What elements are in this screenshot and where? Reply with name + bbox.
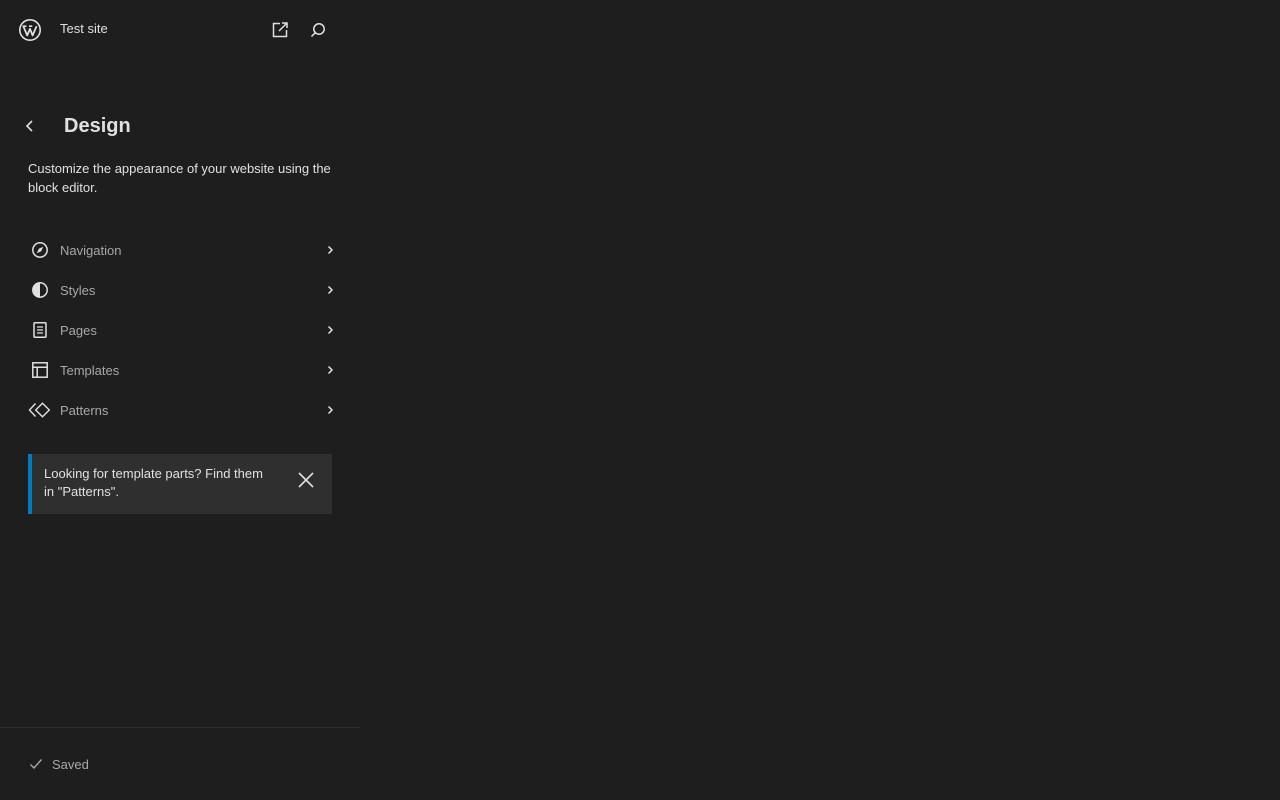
chevron-right-icon	[327, 365, 334, 375]
save-status-text: Saved	[52, 756, 89, 772]
panel-description: Customize the appearance of your website…	[28, 161, 331, 195]
menu-item-templates[interactable]: Templates	[20, 350, 340, 390]
site-title[interactable]: Test site	[60, 21, 108, 36]
chevron-right-icon	[327, 405, 334, 415]
menu-item-navigation[interactable]: Navigation	[20, 230, 340, 270]
back-button[interactable]	[18, 114, 42, 138]
menu-item-label: Pages	[60, 322, 97, 338]
footer-divider	[0, 727, 360, 728]
design-menu: Navigation Styles Pages Templates Patter…	[20, 230, 340, 430]
chevron-right-icon	[327, 285, 334, 295]
check-icon	[30, 759, 43, 770]
chevron-left-icon	[25, 120, 33, 132]
menu-item-styles[interactable]: Styles	[20, 270, 340, 310]
template-parts-notice: Looking for template parts? Find them in…	[28, 454, 332, 514]
half-circle-icon	[28, 278, 52, 302]
site-editor-sidebar: Test site Design Customize the appearanc…	[0, 0, 360, 800]
notice-text: Looking for template parts? Find them in…	[44, 466, 263, 499]
external-link-icon[interactable]	[268, 18, 292, 42]
layout-icon	[28, 358, 52, 382]
compass-icon	[28, 238, 52, 262]
search-icon[interactable]	[306, 18, 330, 42]
panel-title: Design	[64, 115, 131, 137]
menu-item-label: Styles	[60, 282, 96, 298]
menu-item-pages[interactable]: Pages	[20, 310, 340, 350]
menu-item-label: Templates	[60, 362, 120, 378]
diamond-icon	[28, 398, 52, 422]
site-hub: Test site	[0, 0, 360, 60]
save-status: Saved	[28, 756, 89, 772]
chevron-right-icon	[327, 245, 334, 255]
menu-item-patterns[interactable]: Patterns	[20, 390, 340, 430]
page-icon	[28, 318, 52, 342]
chevron-right-icon	[327, 325, 334, 335]
close-icon[interactable]	[294, 468, 318, 492]
menu-item-label: Patterns	[60, 402, 109, 418]
wordpress-logo-icon[interactable]	[18, 18, 42, 42]
menu-item-label: Navigation	[60, 242, 122, 258]
